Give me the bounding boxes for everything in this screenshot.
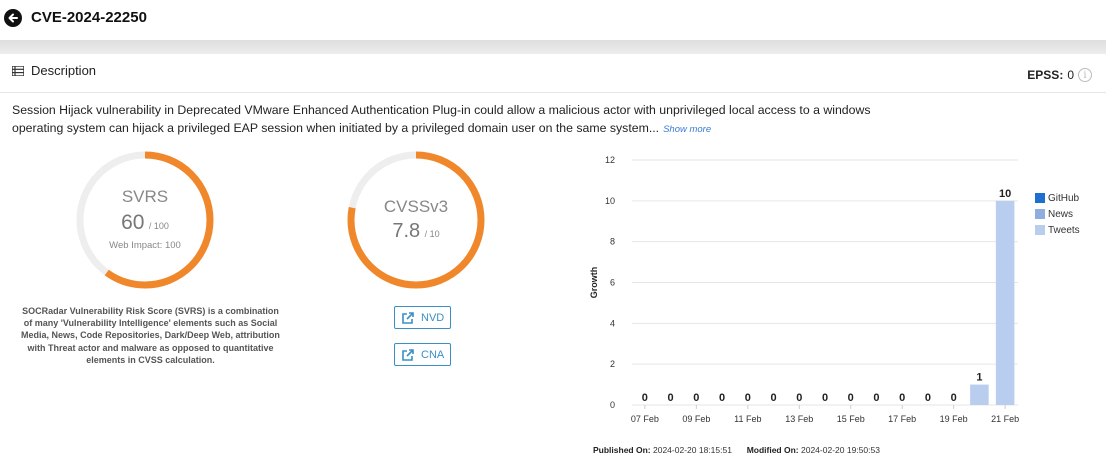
back-arrow-icon[interactable] [4,9,22,27]
x-tick-label: 21 Feb [991,414,1019,424]
data-label: 0 [693,392,699,404]
dates-footer: Published On: 2024-02-20 18:15:51 Modifi… [593,445,880,455]
cvss-max: / 10 [424,229,440,239]
published-label: Published On: [593,445,651,455]
description-header: Description [12,63,96,78]
data-label: 0 [925,392,931,404]
svrs-score: 60 [121,211,145,234]
x-tick-label: 07 Feb [631,414,659,424]
epss-label: EPSS: [1027,68,1064,82]
x-tick-label: 09 Feb [682,414,710,424]
data-label: 0 [642,392,648,404]
legend-swatch-tweets [1035,225,1045,235]
bar-tweets [970,384,989,405]
top-bar: CVE-2024-22250 [0,0,1106,40]
svrs-web-impact: Web Impact: 100 [109,240,181,251]
legend-swatch-news [1035,209,1045,219]
data-label: 0 [668,392,674,404]
data-label: 0 [873,392,879,404]
data-label: 0 [951,392,957,404]
data-label: 1 [976,372,982,384]
y-axis-label: Growth [589,267,599,299]
cna-label: CNA [421,348,445,361]
legend-item-news[interactable]: News [1035,206,1080,222]
svrs-max: / 100 [148,221,169,231]
y-tick-label: 6 [610,278,615,288]
description-text: Session Hijack vulnerability in Deprecat… [12,101,912,139]
bar-tweets [995,200,1015,405]
legend-label-tweets: Tweets [1048,224,1080,236]
cvss-score-line: 7.8 / 10 [346,220,486,243]
svrs-gauge: SVRS 60 / 100 Web Impact: 100 [75,150,215,290]
external-link-icon [402,348,414,361]
data-label: 0 [796,392,802,404]
data-label: 0 [770,392,776,404]
published-value: 2024-02-20 18:15:51 [653,445,732,455]
data-label: 0 [719,392,725,404]
cvss-score: 7.8 [392,220,421,242]
nvd-label: NVD [421,311,445,324]
cna-button[interactable]: CNA [394,343,452,366]
legend-label-github: GitHub [1048,192,1080,204]
data-label: 0 [745,392,751,404]
nvd-button[interactable]: NVD [394,306,452,329]
header-band [0,40,1106,54]
svrs-score-line: 60 / 100 [75,211,215,235]
x-tick-label: 15 Feb [837,414,865,424]
legend-item-github[interactable]: GitHub [1035,190,1080,206]
epss-score: EPSS: 0 i [1027,68,1092,82]
modified-value: 2024-02-20 19:50:53 [801,445,880,455]
modified-label: Modified On: [746,445,799,455]
data-label: 0 [899,392,905,404]
chart-legend: GitHub News Tweets [1035,190,1080,238]
show-more-link[interactable]: Show more [663,124,711,135]
description-label: Description [31,63,97,78]
data-label: 0 [848,392,854,404]
description-body: Session Hijack vulnerability in Deprecat… [12,103,871,135]
x-tick-label: 17 Feb [888,414,916,424]
data-label: 10 [999,188,1011,200]
epss-value: 0 [1067,68,1074,82]
list-icon [12,65,24,76]
y-tick-label: 2 [610,359,615,369]
x-tick-label: 13 Feb [785,414,813,424]
growth-bar-chart: 0 2 4 6 8 10 12 Growth 0 0 0 0 0 0 0 0 0 0 0 0 0 1 10 07 Feb 09 … [589,155,1019,424]
info-icon[interactable]: i [1078,68,1092,82]
legend-swatch-github [1035,193,1045,203]
y-tick-label: 0 [610,400,615,410]
y-tick-label: 4 [610,318,615,328]
x-tick-label: 11 Feb [734,414,761,424]
description-card: Description EPSS: 0 i Session Hijack vul… [0,54,1106,461]
cvss-title: CVSSv3 [383,197,449,216]
svrs-description: SOCRadar Vulnerability Risk Score (SVRS)… [21,306,280,365]
svrs-title: SVRS [121,187,169,206]
y-tick-label: 10 [605,196,615,206]
divider [0,92,1106,93]
data-label: 0 [822,392,828,404]
cvss-gauge: CVSSv3 7.8 / 10 [346,150,486,290]
page-title: CVE-2024-22250 [31,9,147,26]
legend-item-tweets[interactable]: Tweets [1035,222,1080,238]
x-tick-label: 19 Feb [940,414,968,424]
external-link-icon [402,311,414,324]
legend-label-news: News [1048,208,1074,220]
y-tick-label: 8 [610,237,615,247]
y-tick-label: 12 [605,155,615,165]
